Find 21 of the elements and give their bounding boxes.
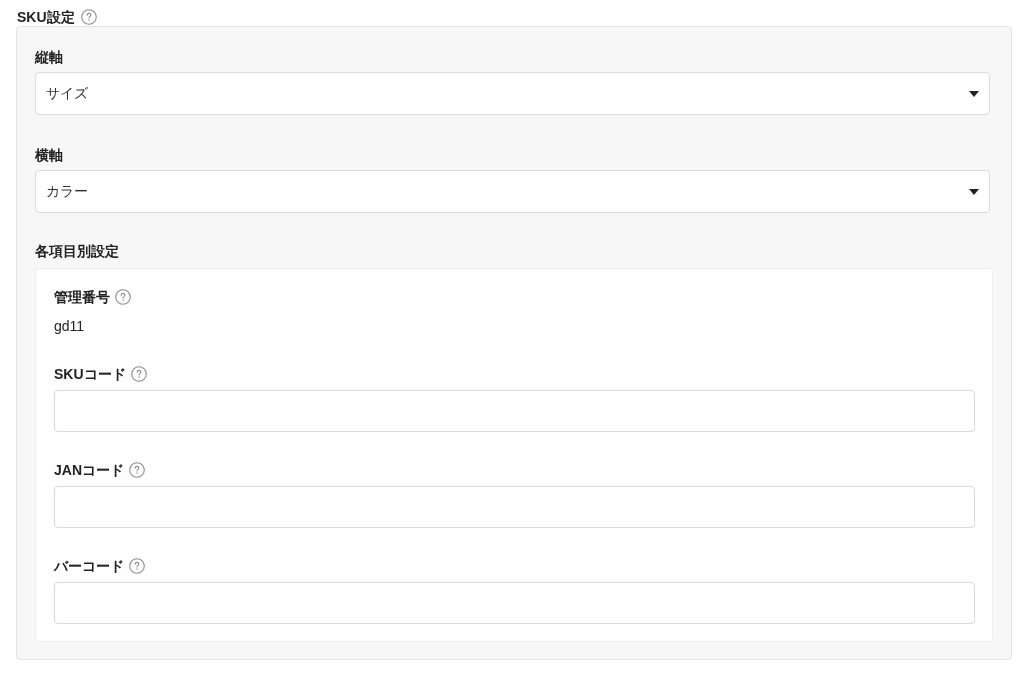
- input-field[interactable]: [54, 486, 975, 528]
- input-field[interactable]: [54, 582, 975, 624]
- field-label: 管理番号: [54, 288, 110, 307]
- help-icon[interactable]: [80, 9, 97, 25]
- select-field[interactable]: カラー: [35, 170, 990, 213]
- field-label: 横軸: [35, 146, 63, 165]
- select-field[interactable]: サイズ: [35, 72, 990, 115]
- field-label: JANコード: [54, 461, 124, 480]
- help-icon[interactable]: [115, 289, 131, 305]
- field-value: gd11: [54, 317, 85, 336]
- help-icon[interactable]: [129, 462, 145, 478]
- field-label: SKUコード: [54, 365, 126, 384]
- help-icon[interactable]: [129, 558, 145, 574]
- caret-icon: [969, 188, 979, 195]
- section-title: SKU設定: [17, 8, 75, 27]
- caret-icon: [969, 90, 979, 97]
- help-icon[interactable]: [130, 366, 147, 382]
- field-label: バーコード: [54, 557, 124, 576]
- field-label: 縦軸: [35, 48, 63, 67]
- input-field[interactable]: [54, 390, 975, 432]
- field-label: 各項目別設定: [35, 242, 119, 261]
